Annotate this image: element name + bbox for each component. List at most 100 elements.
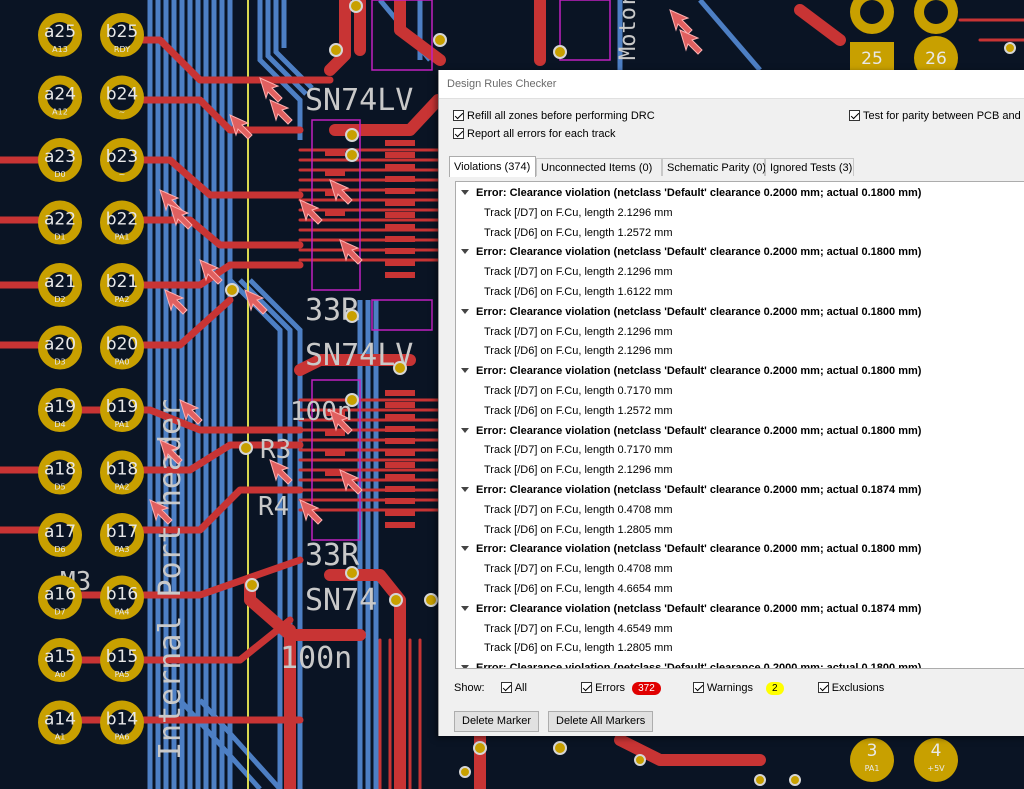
report-all-option[interactable]: Report all errors for each track (453, 128, 616, 140)
delete-all-markers-button[interactable]: Delete All Markers (548, 711, 654, 732)
violation-row[interactable]: Error: Clearance violation (netclass 'De… (456, 362, 921, 381)
pad-sub-3: PA1 (865, 764, 880, 773)
violation-item-row[interactable]: Track [/D6] on F.Cu, length 2.1296 mm (484, 461, 673, 480)
violation-item-row[interactable]: Track [/D6] on F.Cu, length 1.2572 mm (484, 402, 673, 421)
pad-label-a: a22 (44, 210, 76, 230)
delete-marker-button[interactable]: Delete Marker (454, 711, 540, 732)
violation-item-row[interactable]: Track [/D7] on F.Cu, length 2.1296 mm (484, 204, 673, 223)
violation-text: Error: Clearance violation (netclass 'De… (476, 305, 922, 318)
violation-item-row[interactable]: Track [/D7] on F.Cu, length 0.4708 mm (484, 560, 673, 579)
silk-ref2: R4 (258, 492, 289, 522)
pad-sub-a: A0 (55, 670, 66, 679)
expand-arrow-icon[interactable] (461, 487, 469, 493)
pad-sub-b: PA4 (115, 608, 130, 617)
pad-sub-4: +5V (927, 764, 945, 773)
violation-item-row[interactable]: Track [/D7] on F.Cu, length 0.7170 mm (484, 382, 673, 401)
tab-unconnected[interactable]: Unconnected Items (0) (536, 158, 662, 176)
expand-arrow-icon[interactable] (461, 308, 469, 314)
pad-label-26: 26 (925, 49, 947, 69)
expand-arrow-icon[interactable] (461, 605, 469, 611)
expand-arrow-icon[interactable] (461, 190, 469, 196)
pad-sub-a: D5 (54, 483, 65, 492)
violation-row[interactable]: Error: Clearance violation (netclass 'De… (456, 303, 921, 322)
pad-label-25: 25 (861, 49, 883, 69)
show-all-checkbox[interactable] (500, 682, 512, 693)
pad-label-a: a17 (44, 522, 76, 542)
violation-item-row[interactable]: Track [/D6] on F.Cu, length 1.2572 mm (484, 224, 673, 243)
pad-label-b: b16 (106, 585, 138, 605)
report-all-label: Report all errors for each track (467, 128, 616, 140)
violation-item-row[interactable]: Track [/D7] on F.Cu, length 0.4708 mm (484, 501, 673, 520)
violation-item-row[interactable]: Track [/D7] on F.Cu, length 2.1296 mm (484, 323, 673, 342)
expand-arrow-icon[interactable] (461, 249, 469, 255)
violation-text: Error: Clearance violation (netclass 'De… (476, 246, 922, 259)
silk-val4: 100n (280, 641, 352, 676)
violation-row[interactable]: Error: Clearance violation (netclass 'De… (456, 540, 921, 559)
tab-ignored-tests[interactable]: Ignored Tests (3) (765, 158, 854, 176)
violation-item-row[interactable]: Track [/D7] on F.Cu, length 0.7170 mm (484, 441, 673, 460)
violation-row[interactable]: Error: Clearance violation (netclass 'De… (456, 184, 921, 203)
dialog-titlebar[interactable]: Design Rules Checker (439, 70, 1024, 99)
violation-item-row[interactable]: Track [/D6] on F.Cu, length 1.6122 mm (484, 283, 673, 302)
violation-row[interactable]: Error: Clearance violation (netclass 'De… (456, 243, 921, 262)
violation-item-row[interactable]: Track [/D7] on F.Cu, length 4.6549 mm (484, 620, 673, 639)
report-all-checkbox[interactable] (453, 128, 464, 139)
pad-label-a: a16 (44, 585, 76, 605)
pad-sub-b: PA2 (115, 483, 130, 492)
show-warnings-checkbox[interactable] (692, 682, 704, 693)
pad-label-a: a14 (44, 710, 76, 730)
show-exclusions-label: Exclusions (831, 682, 885, 694)
violation-row[interactable]: Error: Clearance violation (netclass 'De… (456, 659, 921, 668)
pad-label-b: b22 (106, 210, 138, 230)
expand-arrow-icon[interactable] (461, 546, 469, 552)
pad-sub-a: D6 (54, 545, 65, 554)
pad-sub-b: PA1 (115, 233, 130, 242)
pad-label-b: b23 (106, 147, 138, 167)
pad-sub-a: D4 (54, 420, 65, 429)
pad-sub-b: PA5 (115, 670, 130, 679)
violation-text: Error: Clearance violation (netclass 'De… (476, 602, 922, 615)
violation-row[interactable]: Error: Clearance violation (netclass 'De… (456, 600, 921, 619)
pad-label-b: b15 (106, 647, 138, 667)
silk-ic3: SN74 (305, 583, 377, 618)
violation-text: Error: Clearance violation (netclass 'De… (476, 187, 922, 199)
pad-sub-b: PA1 (115, 420, 130, 429)
pad-label-a: a15 (44, 647, 76, 667)
pad-label-b: b20 (106, 335, 138, 355)
parity-checkbox[interactable] (849, 110, 860, 121)
pad-sub-b: PA2 (115, 295, 130, 304)
warnings-count-badge: 2 (766, 682, 784, 695)
show-exclusions-checkbox[interactable] (817, 682, 829, 693)
expand-arrow-icon[interactable] (461, 665, 469, 668)
tab-schematic-parity[interactable]: Schematic Parity (0) (662, 158, 766, 176)
violation-row[interactable]: Error: Clearance violation (netclass 'De… (456, 481, 921, 500)
violation-item-row[interactable]: Track [/D6] on F.Cu, length 1.2805 mm (484, 639, 673, 658)
pad-label-b: b24 (106, 85, 138, 105)
silk-ic1: SN74LV (305, 83, 413, 118)
refill-zones-checkbox[interactable] (453, 110, 464, 121)
pad-sub-b: ~ (119, 108, 126, 117)
pad-label-b: b17 (106, 522, 138, 542)
violations-tree[interactable]: Error: Clearance violation (netclass 'De… (455, 181, 1024, 669)
pad-sub-b: PA0 (115, 358, 130, 367)
violation-item-row[interactable]: Track [/D6] on F.Cu, length 4.6654 mm (484, 580, 673, 599)
drc-dialog: Design Rules Checker Refill all zones be… (438, 70, 1024, 736)
violation-item-row[interactable]: Track [/D6] on F.Cu, length 1.2805 mm (484, 521, 673, 540)
pad-label-b: b25 (106, 22, 138, 42)
violation-row[interactable]: Error: Clearance violation (netclass 'De… (456, 422, 921, 441)
show-warnings-label: Warnings (706, 682, 753, 694)
violation-item-row[interactable]: Track [/D7] on F.Cu, length 2.1296 mm (484, 263, 673, 282)
tab-violations[interactable]: Violations (374) (449, 156, 536, 177)
pad-label-a: a19 (44, 397, 76, 417)
parity-option[interactable]: Test for parity between PCB and sc (849, 110, 1024, 122)
pad-label-b: b18 (106, 460, 138, 480)
show-errors-checkbox[interactable] (581, 682, 593, 693)
violation-item-row[interactable]: Track [/D6] on F.Cu, length 2.1296 mm (484, 342, 673, 361)
pad-sub-a: D1 (54, 233, 65, 242)
expand-arrow-icon[interactable] (461, 427, 469, 433)
pad-label-4: 4 (931, 741, 942, 761)
show-filter-bar: Show: All Errors 372 Warnings 2 Exclusio… (454, 682, 884, 695)
expand-arrow-icon[interactable] (461, 368, 469, 374)
refill-zones-option[interactable]: Refill all zones before performing DRC (453, 110, 655, 122)
pad-label-a: a25 (44, 22, 76, 42)
